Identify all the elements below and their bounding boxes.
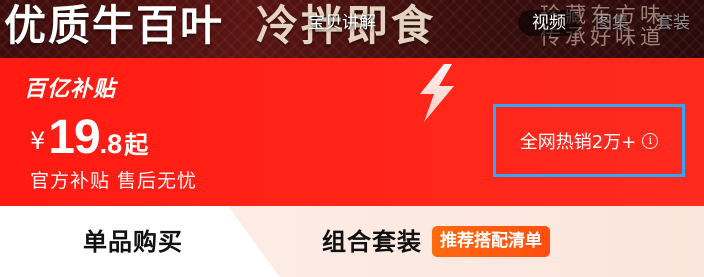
hero-banner: 优质牛百叶 冷拌即食 珍藏东方味 传承好味道 宝贝讲解 视频 图集 套装 [0, 0, 704, 58]
subsidy-brand-badge: 百亿补贴 [24, 77, 117, 102]
price: ¥19.8起 [30, 110, 148, 165]
sales-count: 全网热销2万+ [519, 131, 637, 153]
purchase-tabs: 单品购买 组合套装 推荐搭配清单 [0, 206, 704, 277]
tab-set[interactable]: 套装 [656, 10, 690, 36]
tab-combo-set[interactable]: 组合套装 [322, 222, 422, 257]
hero-title-main: 优质牛百叶 [4, 1, 225, 50]
tab-video[interactable]: 视频 [518, 10, 580, 36]
tab-product-intro[interactable]: 宝贝讲解 [308, 10, 376, 36]
subsidy-note: 官方补贴 售后无忧 [30, 170, 198, 192]
sales-highlight-box[interactable]: 全网热销2万+ i [493, 104, 685, 177]
price-integer: 19 [48, 111, 100, 164]
lightning-icon [420, 64, 454, 122]
price-panel: 百亿补贴 ¥19.8起 官方补贴 售后无忧 全网热销2万+ i [0, 58, 704, 206]
tab-single-purchase[interactable]: 单品购买 [83, 222, 183, 257]
price-decimal: .8 [99, 129, 123, 159]
info-icon[interactable]: i [642, 132, 659, 149]
price-suffix: 起 [124, 131, 149, 159]
price-currency: ¥ [30, 127, 46, 155]
tab-images[interactable]: 图集 [595, 10, 629, 36]
recommend-list-badge[interactable]: 推荐搭配清单 [432, 226, 550, 257]
